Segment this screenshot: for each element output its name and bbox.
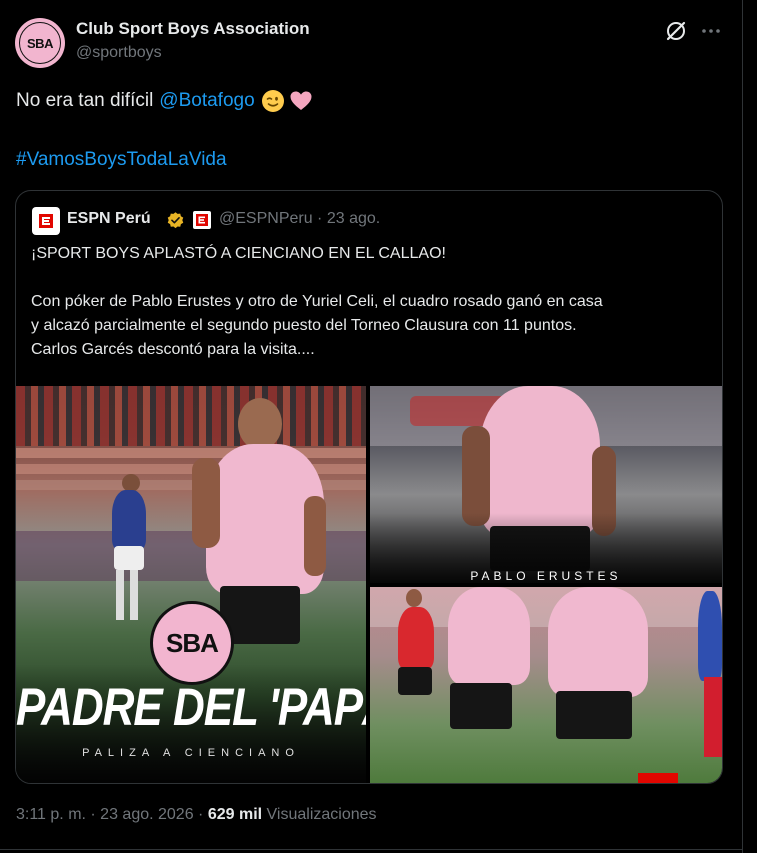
media-headline: PADRE DEL 'PAPÁ'	[16, 678, 366, 737]
quoted-title: ¡SPORT BOYS APLASTÓ A CIENCIANO EN EL CA…	[31, 245, 446, 262]
quoted-body-line: y alcazó parcialmente el segundo puesto …	[31, 317, 577, 334]
views-label: Visualizaciones	[266, 806, 377, 823]
sba-crest-badge: SBA	[150, 601, 234, 685]
tweet-timestamp[interactable]: 3:11 p. m. · 23 ago. 2026 ·	[16, 806, 208, 823]
quoted-author-handle[interactable]: @ESPNPeru · 23 ago.	[219, 210, 380, 228]
tweet-text-body: No era tan difícil	[16, 90, 154, 111]
media-subline: PALIZA A CIENCIANO	[82, 747, 300, 759]
player-name-caption: PABLO ERUSTES	[470, 569, 622, 583]
author-handle[interactable]: @sportboys	[76, 44, 162, 62]
grok-icon[interactable]	[664, 19, 688, 43]
espn-logo-icon	[32, 207, 60, 235]
quoted-author-name[interactable]: ESPN Perú	[67, 210, 151, 228]
stadium-crowd	[16, 386, 366, 446]
bottom-right-photo[interactable]	[370, 587, 722, 783]
views-count: 629 mil	[207, 806, 263, 823]
tweet-text: No era tan difícil @Botafogo	[16, 88, 313, 114]
tweet-divider	[0, 849, 742, 850]
hashtag-link[interactable]: #VamosBoysTodaLaVida	[16, 147, 227, 173]
top-right-photo[interactable]: PABLO ERUSTES	[370, 386, 722, 583]
affiliate-espn-icon	[193, 211, 211, 229]
quoted-tweet-card[interactable]: ESPN Perú @ESPNPeru · 23 ago. ¡SPORT BOY…	[15, 190, 723, 784]
verified-badge-icon	[167, 212, 184, 229]
author-name[interactable]: Club Sport Boys Association	[76, 19, 310, 39]
media-grid: SBA PADRE DEL 'PAPÁ' PALIZA A CIENCIANO …	[16, 386, 722, 783]
more-options-icon[interactable]	[699, 19, 723, 43]
quoted-body-line: Carlos Garcés descontó para la visita...…	[31, 341, 315, 358]
quoted-tweet-text: ¡SPORT BOYS APLASTÓ A CIENCIANO EN EL CA…	[31, 242, 711, 362]
column-divider	[742, 0, 743, 853]
pink-heart-emoji	[290, 91, 312, 110]
quoted-body-line: Con póker de Pablo Erustes y otro de Yur…	[31, 293, 603, 310]
main-photo[interactable]: SBA PADRE DEL 'PAPÁ' PALIZA A CIENCIANO	[16, 386, 366, 783]
tweet-meta: 3:11 p. m. · 23 ago. 2026 · 629 mil Visu…	[16, 806, 377, 824]
winking-face-emoji	[261, 90, 284, 112]
avatar-logo-text: SBA	[19, 22, 61, 64]
author-avatar[interactable]: SBA	[15, 18, 65, 68]
mention-link[interactable]: @Botafogo	[159, 88, 254, 114]
